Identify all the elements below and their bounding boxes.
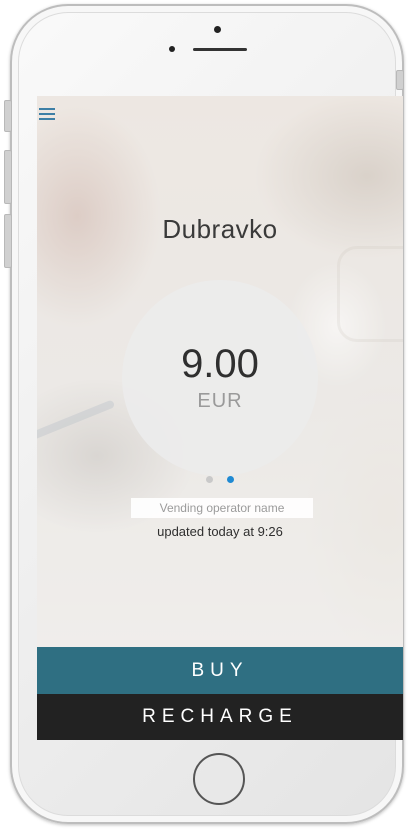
power-button xyxy=(396,70,404,90)
recharge-button[interactable]: RECHARGE xyxy=(37,694,403,740)
balance-circle: 9.00 EUR xyxy=(122,280,318,476)
app-screen: Dubravko 9.00 EUR Vending operator name … xyxy=(37,96,403,740)
hamburger-menu-icon[interactable] xyxy=(39,107,55,121)
operator-name-field: Vending operator name xyxy=(131,498,313,518)
last-updated-text: updated today at 9:26 xyxy=(157,524,283,539)
mute-switch xyxy=(4,100,12,132)
home-button[interactable] xyxy=(193,753,245,805)
volume-up-button xyxy=(4,150,12,204)
page: Dubravko 9.00 EUR Vending operator name … xyxy=(0,0,411,832)
balance-currency: EUR xyxy=(197,390,243,412)
user-name: Dubravko xyxy=(162,214,278,244)
menu-icon-line xyxy=(39,108,55,110)
proximity-sensor xyxy=(169,46,175,52)
menu-icon-line xyxy=(39,113,55,115)
page-indicator xyxy=(37,476,403,484)
volume-down-button xyxy=(4,214,12,268)
balance-amount: 9.00 xyxy=(181,342,259,386)
page-dot-1[interactable] xyxy=(206,476,213,483)
front-camera xyxy=(214,26,221,33)
buy-button[interactable]: BUY xyxy=(37,647,403,694)
earpiece-speaker xyxy=(193,48,247,51)
page-dot-2-active[interactable] xyxy=(227,476,234,483)
menu-icon-line xyxy=(39,118,55,120)
